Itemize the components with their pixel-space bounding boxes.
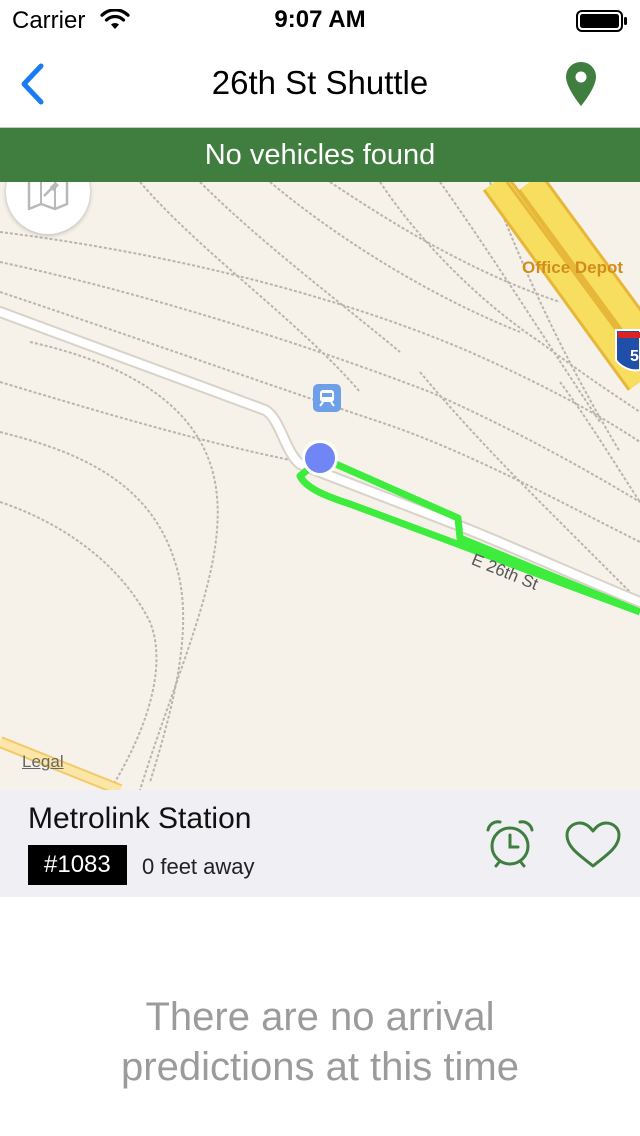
legal-link[interactable]: Legal [22, 752, 64, 772]
alarm-button[interactable] [484, 818, 536, 870]
status-bar: Carrier 9:07 AM [0, 0, 640, 40]
alarm-clock-icon [486, 820, 534, 868]
stop-distance: 0 feet away [142, 854, 255, 879]
route-map[interactable]: 5 Office Depot E 26th St Legal [0, 182, 640, 790]
status-time: 9:07 AM [274, 6, 366, 33]
favorite-button[interactable] [564, 820, 622, 870]
back-button[interactable] [10, 56, 54, 112]
interstate-shield-number: 5 [630, 348, 639, 365]
location-pin-icon [566, 62, 596, 106]
page-title: 26th St Shuttle [211, 64, 429, 101]
navigation-bar: 26th St Shuttle [0, 40, 640, 128]
map-satellite-icon [27, 182, 69, 211]
battery-icon [576, 10, 627, 32]
poi-label: Office Depot [522, 258, 624, 277]
chevron-left-icon [21, 63, 44, 105]
stop-name: Metrolink Station [28, 802, 252, 835]
no-arrivals-message: There are no arrival predictions at this… [121, 995, 519, 1089]
no-vehicles-banner: No vehicles found [0, 128, 640, 182]
stop-info-panel: Metrolink Station #1083 0 feet away [0, 790, 640, 897]
stop-id-badge: #1083 [28, 845, 127, 885]
location-pin-button[interactable] [558, 58, 604, 110]
heart-icon [565, 821, 621, 868]
